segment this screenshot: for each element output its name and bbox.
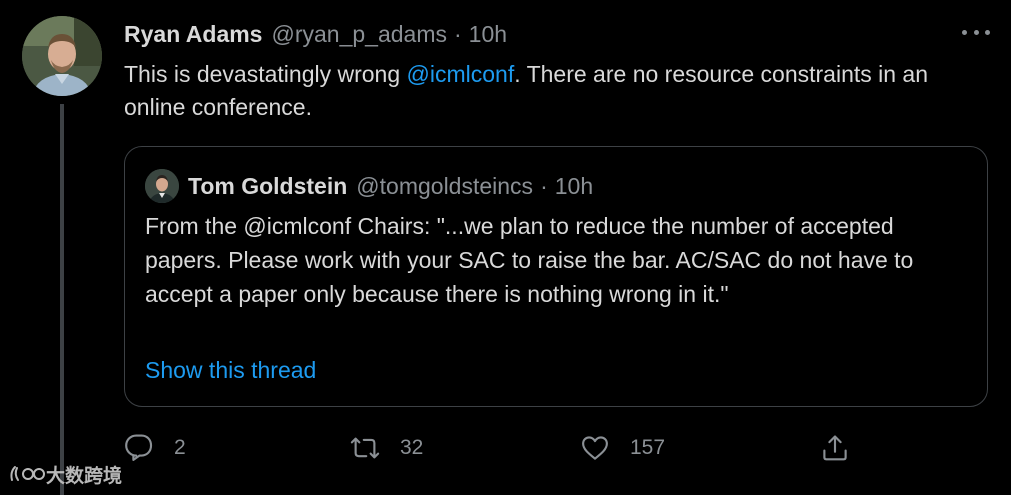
retweet-icon [350, 437, 380, 459]
reply-count: 2 [174, 436, 186, 459]
tweet-timestamp[interactable]: 10h [469, 21, 507, 48]
more-horizontal-icon[interactable] [962, 22, 990, 42]
author-display-name[interactable]: Ryan Adams [124, 21, 262, 48]
quoted-tweet-text: From the @icmlconf Chairs: "...we plan t… [145, 213, 914, 307]
retweet-count: 32 [400, 436, 424, 459]
thread-connector-line [60, 104, 64, 495]
share-button[interactable] [820, 428, 850, 468]
header-separator: · [453, 20, 462, 47]
more-dot [962, 29, 967, 35]
tweet: Ryan Adams @ryan_p_adams · 10h This is d… [0, 0, 1011, 495]
retweet-button[interactable]: 32 [350, 428, 423, 468]
quoted-author-avatar [145, 169, 179, 203]
share-icon [823, 435, 847, 461]
quoted-tweet-card[interactable]: Tom Goldstein @tomgoldsteincs · 10h From… [124, 146, 988, 407]
quoted-tweet-header: Tom Goldstein @tomgoldsteincs · 10h [145, 169, 593, 203]
like-button[interactable]: 157 [580, 428, 665, 468]
more-dot [973, 29, 979, 35]
quoted-tweet-timestamp[interactable]: 10h [555, 173, 593, 200]
heart-icon [582, 436, 608, 460]
quoted-author-display-name[interactable]: Tom Goldstein [188, 173, 347, 200]
mention-link[interactable]: @icmlconf [407, 61, 515, 87]
tweet-text: This is devastatingly wrong @icmlconf. T… [124, 58, 994, 124]
watermark-logo-icon [10, 466, 45, 481]
tweet-actions: 2 32 157 [124, 428, 994, 468]
quoted-avatar-photo [145, 169, 179, 203]
tweet-text-part: This is devastatingly wrong [124, 61, 407, 87]
avatar[interactable] [22, 16, 102, 96]
show-this-thread-link[interactable]: Show this thread [145, 355, 316, 385]
watermark-text: 大数跨境 [46, 465, 123, 487]
author-handle[interactable]: @ryan_p_adams [271, 21, 447, 48]
more-dot [985, 29, 990, 35]
tweet-header: Ryan Adams @ryan_p_adams · 10h [124, 18, 507, 50]
reply-icon [125, 434, 153, 461]
like-count: 157 [630, 436, 666, 459]
quoted-header-separator: · [540, 172, 548, 199]
quoted-author-handle[interactable]: @tomgoldsteincs [356, 173, 533, 200]
watermark: 大数跨境 [8, 460, 122, 488]
reply-button[interactable]: 2 [124, 428, 186, 468]
avatar-photo [22, 16, 102, 96]
